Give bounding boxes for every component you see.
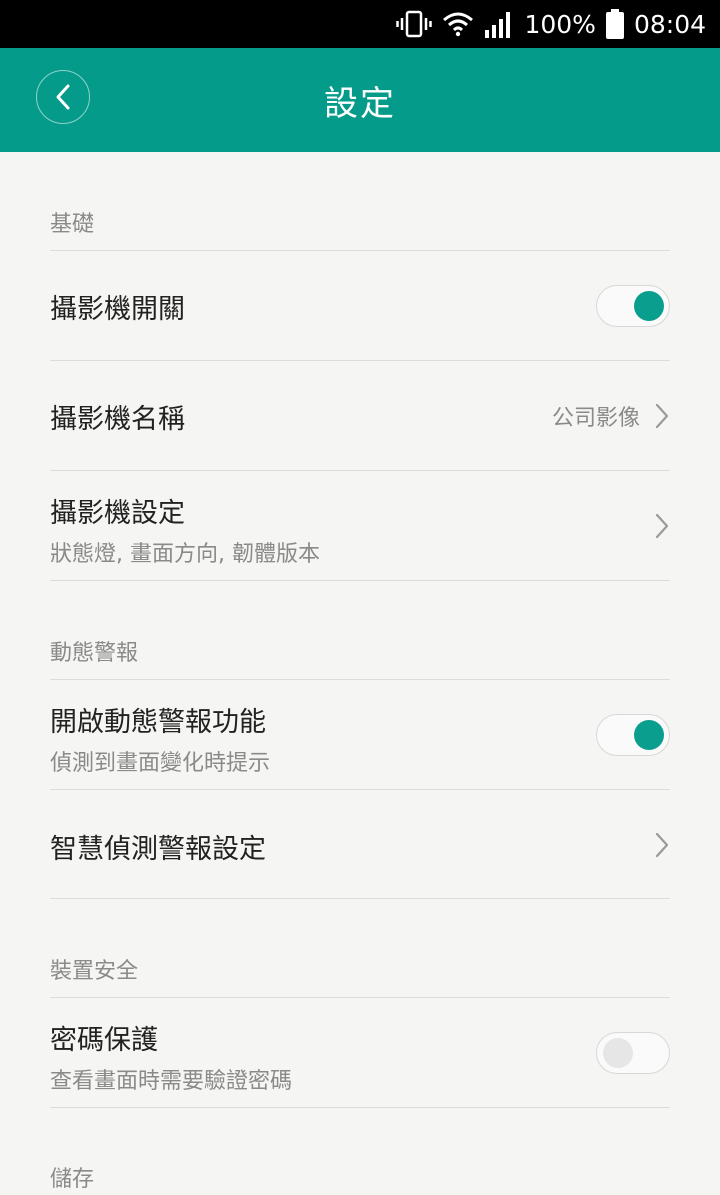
battery-percent: 100%	[524, 9, 596, 39]
chevron-right-icon	[654, 402, 670, 430]
chevron-right-icon	[654, 512, 670, 540]
app-header: 設定	[0, 48, 720, 152]
password-row[interactable]: 密碼保護 查看畫面時需要驗證密碼	[50, 998, 670, 1107]
signal-icon	[484, 10, 514, 38]
chevron-right-icon	[654, 831, 670, 859]
camera-name-row[interactable]: 攝影機名稱 公司影像	[50, 361, 670, 470]
page-title: 設定	[324, 83, 396, 124]
motion-alert-enable-subtitle: 偵測到畫面變化時提示	[50, 751, 271, 776]
toggle-knob	[603, 1037, 633, 1068]
camera-switch-label: 攝影機開關	[50, 294, 185, 325]
section-title-storage: 儲存	[50, 1167, 95, 1192]
toggle-knob	[634, 719, 664, 750]
wifi-icon	[442, 11, 474, 37]
camera-switch-toggle[interactable]	[596, 284, 670, 327]
camera-settings-subtitle: 狀態燈, 畫面方向, 韌體版本	[50, 542, 320, 567]
camera-settings-row[interactable]: 攝影機設定 狀態燈, 畫面方向, 韌體版本	[50, 471, 670, 580]
camera-name-label: 攝影機名稱	[50, 404, 185, 435]
camera-name-value: 公司影像	[551, 405, 640, 431]
password-label: 密碼保護	[50, 1025, 158, 1056]
motion-alert-enable-row[interactable]: 開啟動態警報功能 偵測到畫面變化時提示	[50, 680, 670, 789]
divider	[50, 1107, 670, 1108]
password-toggle[interactable]	[596, 1031, 670, 1074]
settings-list[interactable]: 基礎 攝影機開關 攝影機名稱 公司影像 攝影機設定 狀態燈, 畫面方向, 韌體版…	[0, 152, 720, 1195]
smart-detection-row[interactable]: 智慧偵測警報設定	[50, 790, 670, 899]
section-title-basic: 基礎	[50, 212, 95, 237]
smart-detection-label: 智慧偵測警報設定	[50, 834, 266, 865]
divider	[50, 898, 670, 899]
camera-switch-row[interactable]: 攝影機開關	[50, 251, 670, 360]
password-subtitle: 查看畫面時需要驗證密碼	[50, 1069, 293, 1094]
divider	[50, 580, 670, 581]
motion-alert-toggle[interactable]	[596, 713, 670, 756]
section-title-security: 裝置安全	[50, 959, 139, 984]
motion-alert-enable-label: 開啟動態警報功能	[50, 707, 266, 738]
vibrate-icon	[396, 10, 433, 38]
status-bar: 100% 08:04	[0, 0, 720, 48]
toggle-knob	[634, 290, 664, 321]
camera-settings-label: 攝影機設定	[50, 498, 185, 529]
clock: 08:04	[633, 9, 706, 39]
back-button[interactable]	[36, 70, 90, 124]
chevron-left-icon	[56, 84, 70, 110]
section-title-motion-alert: 動態警報	[50, 641, 139, 666]
battery-icon	[605, 9, 624, 39]
